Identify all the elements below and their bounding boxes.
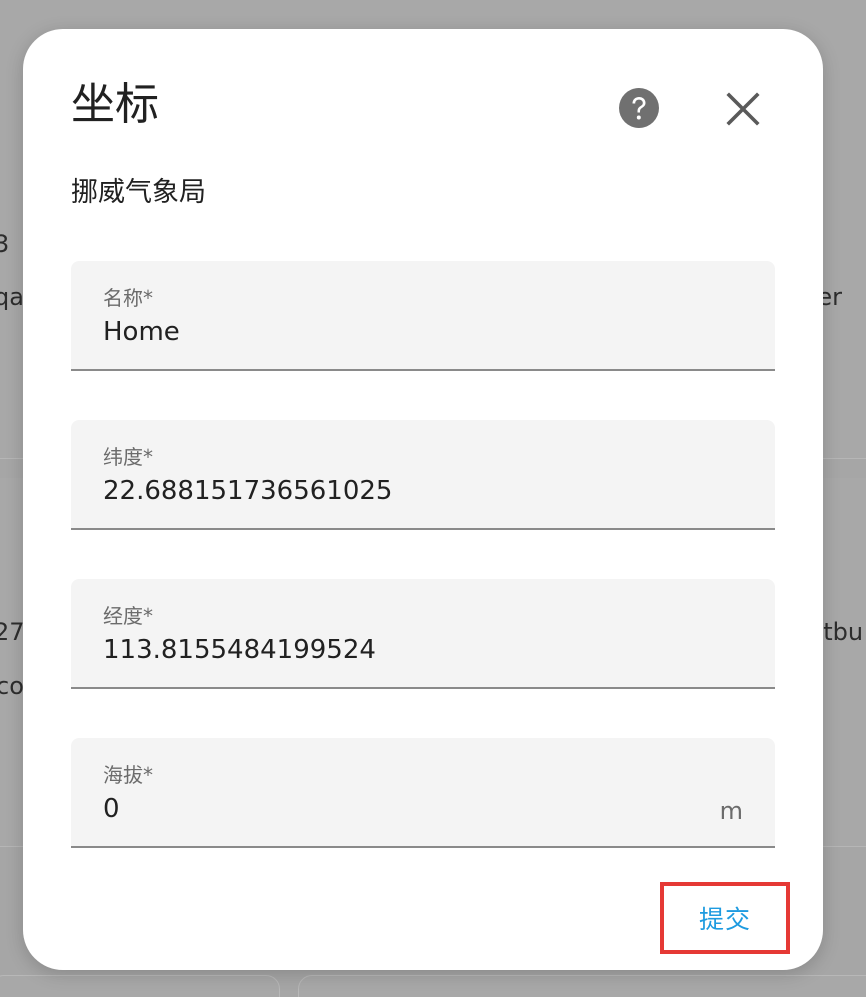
background-text: 3 [0,230,10,258]
elevation-unit-suffix: m [719,797,743,825]
close-icon[interactable] [723,89,763,129]
latitude-field-label: 纬度* [103,445,153,469]
submit-button[interactable]: 提交 [660,882,790,954]
dialog-subtitle: 挪威气象局 [71,177,206,208]
background-card [0,975,280,997]
coordinates-dialog: 坐标 挪威气象局 名称* Home 纬度* 22.688151736561025… [23,29,823,970]
longitude-field[interactable]: 经度* 113.8155484199524 [71,579,775,689]
dialog-title: 坐标 [71,79,159,130]
latitude-field-value[interactable]: 22.688151736561025 [103,474,392,508]
longitude-field-label: 经度* [103,604,153,628]
background-card [298,975,866,997]
elevation-field-value[interactable]: 0 [103,792,120,826]
elevation-field-label: 海拔* [103,763,153,787]
name-field[interactable]: 名称* Home [71,261,775,371]
background-text: qa [0,283,24,311]
longitude-field-value[interactable]: 113.8155484199524 [103,633,376,667]
name-field-value[interactable]: Home [103,315,180,349]
name-field-label: 名称* [103,286,153,310]
elevation-field[interactable]: 海拔* 0 m [71,738,775,848]
background-text: 27 [0,618,25,646]
help-circle-icon[interactable] [618,87,660,129]
latitude-field[interactable]: 纬度* 22.688151736561025 [71,420,775,530]
